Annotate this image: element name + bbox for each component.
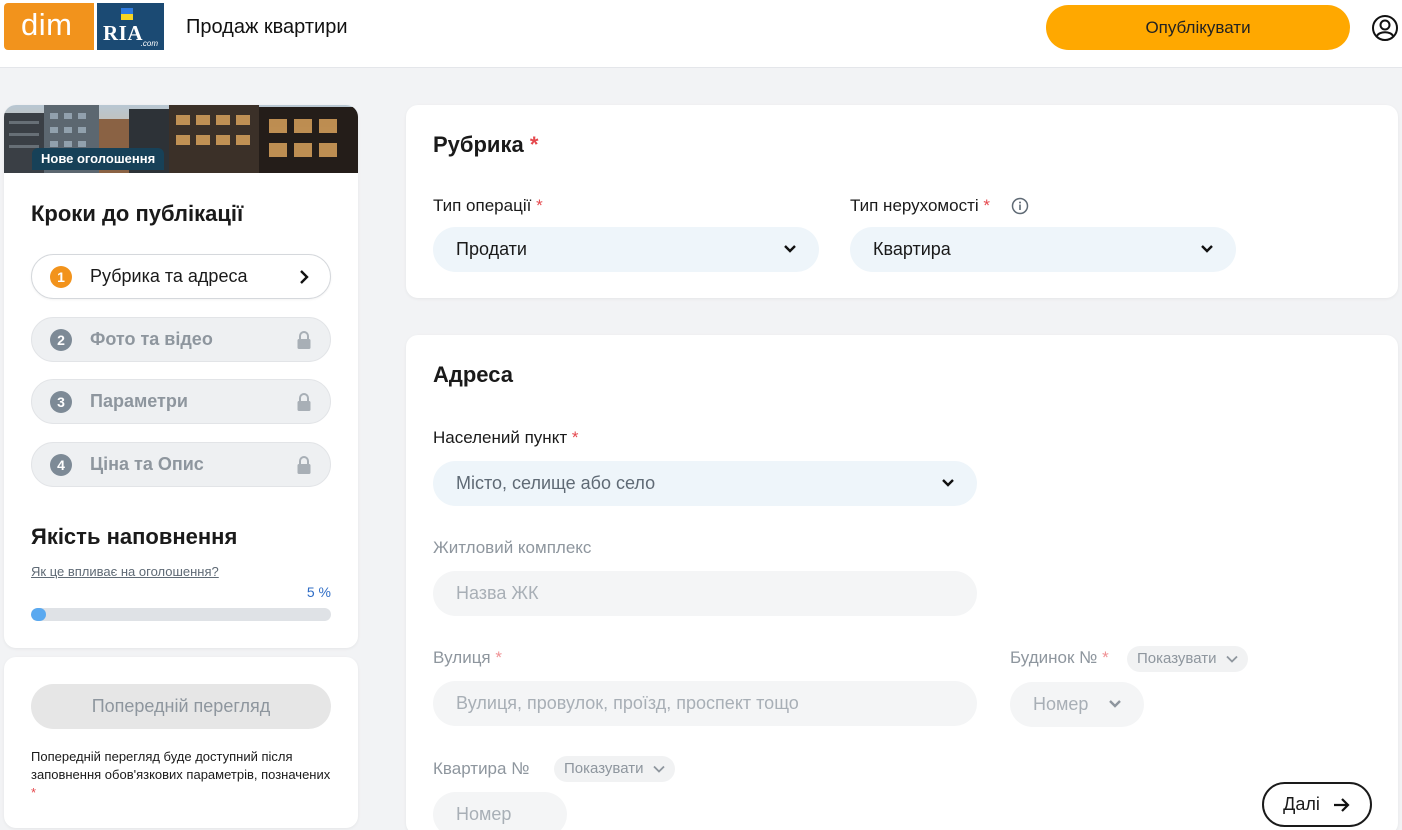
chevron-down-icon (1201, 245, 1213, 253)
required-star: * (1102, 648, 1109, 667)
chevron-down-icon (942, 479, 954, 487)
property-type-label-text: Тип нерухомості (850, 196, 979, 215)
step-number: 4 (50, 454, 72, 476)
required-star: * (31, 785, 37, 800)
next-button[interactable]: Далі (1262, 782, 1372, 827)
step-rubrika-address[interactable]: 1 Рубрика та адреса (31, 254, 331, 299)
step-label: Ціна та Опис (90, 454, 204, 474)
ria-logo-text: RIA (103, 21, 144, 45)
chevron-down-icon (784, 245, 796, 253)
house-number-select[interactable]: Номер (1010, 682, 1144, 727)
rubrika-card: Рубрика * Тип операції * Продати Тип нер… (406, 105, 1398, 298)
street-placeholder: Вулиця, провулок, проїзд, проспект тощо (456, 693, 799, 713)
lock-icon (297, 393, 311, 411)
street-label-text: Вулиця (433, 648, 491, 667)
residential-complex-label: Житловий комплекс (433, 538, 592, 557)
preview-note-text: Попередній перегляд буде доступний після… (31, 749, 331, 782)
locality-placeholder: Місто, селище або село (456, 473, 656, 493)
property-type-value: Квартира (873, 239, 951, 259)
quality-progress-fill (31, 608, 46, 621)
house-show-label: Показувати (1137, 650, 1217, 667)
user-account-icon[interactable] (1371, 14, 1399, 42)
step-label: Параметри (90, 391, 188, 411)
dim-logo-text: dim (21, 7, 73, 42)
step-number: 2 (50, 329, 72, 351)
publication-steps-card: Нове оголошення Кроки до публікації 1 Ру… (4, 105, 358, 648)
preview-button[interactable]: Попередній перегляд (31, 684, 331, 729)
info-icon[interactable] (1011, 197, 1029, 215)
next-button-label: Далі (1283, 794, 1320, 814)
operation-type-value: Продати (456, 239, 527, 259)
locality-label-text: Населений пункт (433, 428, 568, 447)
address-card: Адреса Населений пункт * Місто, селище а… (406, 335, 1398, 830)
preview-card: Попередній перегляд Попередній перегляд … (4, 657, 358, 828)
rubrika-title: Рубрика * (433, 132, 538, 158)
chevron-down-icon (1226, 655, 1238, 663)
lock-icon (297, 331, 311, 349)
operation-type-label: Тип операції * (433, 196, 543, 216)
ria-logo-com: .com (140, 39, 158, 48)
quality-percent: 5 % (306, 584, 331, 600)
steps-title: Кроки до публікації (31, 201, 244, 226)
new-listing-badge: Нове оголошення (32, 148, 165, 170)
step-parameters[interactable]: 3 Параметри (31, 379, 331, 424)
locality-select[interactable]: Місто, селище або село (433, 461, 977, 506)
street-input[interactable]: Вулиця, провулок, проїзд, проспект тощо (433, 681, 977, 726)
step-label: Рубрика та адреса (90, 266, 248, 286)
required-star: * (536, 196, 543, 215)
house-number-label-text: Будинок № (1010, 648, 1098, 667)
step-number: 3 (50, 391, 72, 413)
step-photo-video[interactable]: 2 Фото та відео (31, 317, 331, 362)
ria-logo[interactable]: RIA .com (97, 3, 164, 50)
chevron-down-icon (1109, 700, 1121, 708)
apartment-show-label: Показувати (564, 760, 644, 777)
step-label: Фото та відео (90, 329, 213, 349)
required-star: * (571, 428, 579, 447)
ukraine-flag-icon (121, 8, 133, 20)
arrow-right-icon (1333, 798, 1350, 813)
required-star: * (529, 132, 539, 157)
street-label: Вулиця * (433, 648, 502, 668)
address-title: Адреса (433, 362, 513, 387)
apartment-number-label: Квартира № (433, 759, 530, 778)
page-title: Продаж квартири (186, 16, 348, 38)
required-star: * (983, 196, 990, 215)
lock-icon (297, 456, 311, 474)
property-type-select[interactable]: Квартира (850, 227, 1236, 272)
operation-type-select[interactable]: Продати (433, 227, 819, 272)
residential-complex-input[interactable]: Назва ЖК (433, 571, 977, 616)
residential-complex-placeholder: Назва ЖК (456, 583, 539, 603)
top-header: dim RIA .com Продаж квартири Опублікуват… (0, 0, 1402, 68)
quality-info-link[interactable]: Як це впливає на оголошення? (31, 564, 219, 579)
quality-title: Якість наповнення (31, 524, 238, 549)
preview-note: Попередній перегляд буде доступний після… (31, 748, 331, 802)
house-number-placeholder: Номер (1033, 694, 1089, 714)
chevron-down-icon (653, 765, 665, 773)
rubrika-title-text: Рубрика (433, 132, 524, 157)
dim-logo[interactable]: dim (4, 3, 94, 50)
banner-image: Нове оголошення (4, 105, 358, 173)
apartment-number-placeholder: Номер (456, 804, 512, 824)
apartment-number-input[interactable]: Номер (433, 792, 567, 830)
house-show-toggle[interactable]: Показувати (1127, 646, 1248, 672)
property-type-label: Тип нерухомості * (850, 196, 990, 216)
locality-label: Населений пункт * (433, 428, 578, 448)
apartment-show-toggle[interactable]: Показувати (554, 756, 675, 782)
publish-button[interactable]: Опублікувати (1046, 5, 1350, 50)
required-star: * (495, 648, 502, 667)
house-number-label: Будинок № * (1010, 648, 1109, 668)
step-number: 1 (50, 266, 72, 288)
operation-type-label-text: Тип операції (433, 196, 532, 215)
step-price-description[interactable]: 4 Ціна та Опис (31, 442, 331, 487)
chevron-right-icon (300, 270, 309, 284)
quality-progress-bar (31, 608, 331, 621)
